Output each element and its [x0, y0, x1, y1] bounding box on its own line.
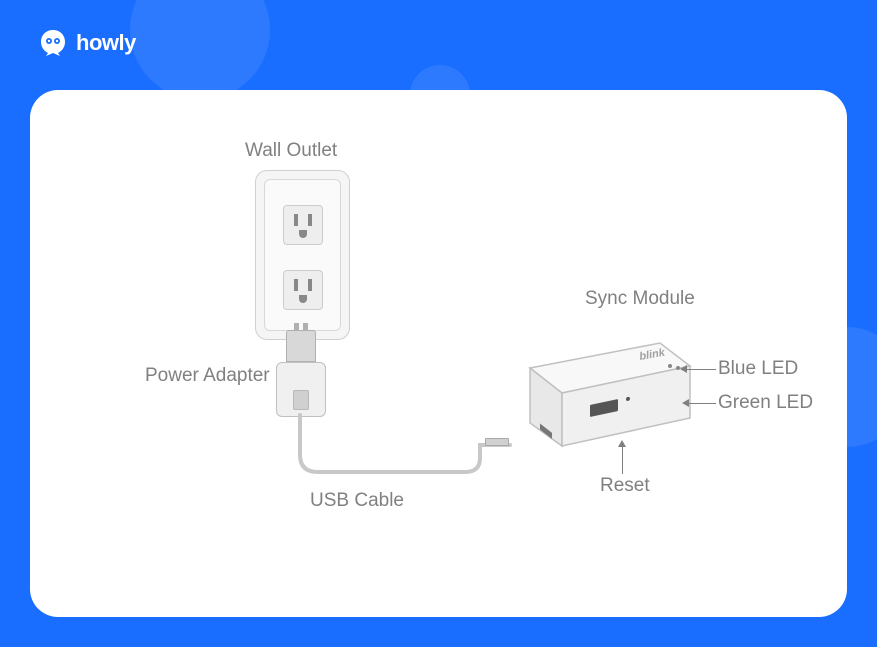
owl-icon [38, 28, 68, 58]
power-adapter-label: Power Adapter [145, 365, 270, 387]
pointer-line [686, 369, 716, 370]
reset-label: Reset [600, 475, 650, 497]
sync-module-illustration: blink [510, 328, 710, 473]
plug-illustration [286, 330, 316, 362]
usb-cable-label: USB Cable [310, 490, 404, 512]
sync-module-label: Sync Module [585, 288, 695, 310]
pointer-line [622, 446, 623, 474]
arrow-icon [682, 399, 689, 407]
brand-logo: howly [38, 28, 136, 58]
outlet-socket-icon [283, 270, 323, 310]
arrow-icon [618, 440, 626, 447]
arrow-icon [680, 365, 687, 373]
power-adapter-illustration [276, 362, 326, 417]
blue-led-label: Blue LED [718, 358, 798, 380]
usb-connector-icon [485, 438, 509, 446]
pointer-line [688, 403, 716, 404]
diagram-card: Wall Outlet Power Adapter USB Cable Sync… [30, 90, 847, 617]
green-led-label: Green LED [718, 392, 813, 414]
wall-outlet-illustration [255, 170, 350, 340]
setup-diagram: Wall Outlet Power Adapter USB Cable Sync… [60, 120, 817, 587]
bg-decoration [130, 0, 270, 100]
outlet-socket-icon [283, 205, 323, 245]
brand-name: howly [76, 30, 136, 56]
wall-outlet-label: Wall Outlet [245, 140, 337, 162]
